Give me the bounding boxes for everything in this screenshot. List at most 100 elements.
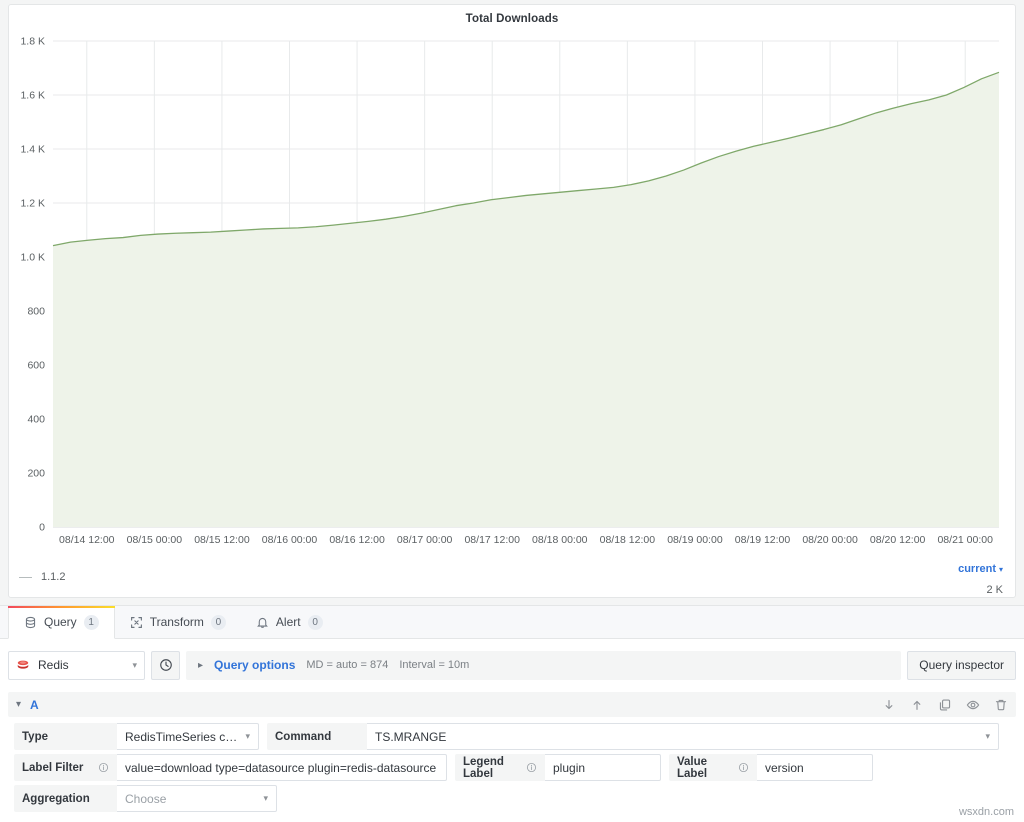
x-axis-tick: 08/19 00:00 [667,534,723,546]
tab-transform-label: Transform [150,615,204,629]
delete-icon[interactable] [994,698,1008,712]
form-row-aggregation: Aggregation Choose ▾ [14,785,1016,812]
app-root: Total Downloads 02004006008001.0 K1.2 K1… [0,0,1024,822]
x-axis-tick: 08/16 00:00 [262,534,318,546]
datasource-name: Redis [38,658,124,672]
x-axis-tick: 08/20 12:00 [870,534,926,546]
tab-query-count: 1 [84,615,99,630]
command-select[interactable]: TS.MRANGE ▾ [367,723,999,750]
label-filter-input[interactable]: value=download type=datasource plugin=re… [117,754,447,781]
legend-stat-header[interactable]: current ▾ [958,563,1003,575]
value-label-label: Value Label [669,754,757,781]
duplicate-icon[interactable] [938,698,952,712]
form-row-filters: Label Filter value=download type=datasou… [14,754,1016,781]
query-inspector-button[interactable]: Query inspector [907,651,1016,680]
move-up-icon[interactable] [910,698,924,712]
type-select[interactable]: RedisTimeSeries commands ▾ [117,723,259,750]
x-axis-tick: 08/15 12:00 [194,534,250,546]
info-icon[interactable] [526,762,537,773]
chevron-down-icon: ▾ [245,731,250,742]
x-axis-tick: 08/14 12:00 [59,534,115,546]
tab-query-label: Query [44,615,77,629]
query-inspector-label: Query inspector [919,658,1004,672]
x-axis-tick: 08/19 12:00 [735,534,791,546]
x-axis-tick: 08/17 12:00 [464,534,520,546]
x-axis-tick: 08/15 00:00 [127,534,183,546]
panel-title: Total Downloads [9,13,1015,25]
form-row-type: Type RedisTimeSeries commands ▾ Command … [14,723,1016,750]
x-axis-tick: 08/21 00:00 [937,534,993,546]
legend-label-label: Legend Label [455,754,545,781]
watermark: wsxdn.com [959,806,1014,818]
aggregation-label-text: Aggregation [22,793,90,805]
legend-stat-label: current [958,563,996,575]
hide-icon[interactable] [966,698,980,712]
plot-area: 02004006008001.0 K1.2 K1.4 K1.6 K1.8 K08… [9,29,1017,559]
tab-transform[interactable]: Transform 0 [115,606,241,638]
aggregation-select[interactable]: Choose ▾ [117,785,277,812]
y-axis-tick: 200 [27,468,45,480]
bell-icon [256,616,269,629]
info-icon[interactable] [738,762,749,773]
legend-color-swatch [19,577,32,578]
database-icon [24,616,37,629]
x-axis-tick: 08/20 00:00 [802,534,858,546]
query-ref-id[interactable]: A [30,698,39,712]
type-label: Type [14,723,117,750]
legend-stat-value: 2 K [958,584,1003,596]
type-value: RedisTimeSeries commands [125,730,241,744]
query-options-bar[interactable]: ▸ Query options MD = auto = 874 Interval… [186,651,901,680]
command-label-text: Command [275,731,331,743]
label-filter-label-text: Label Filter [22,762,83,774]
y-axis-tick: 600 [27,360,45,372]
y-axis-tick: 1.6 K [20,90,45,102]
chevron-down-icon: ▾ [985,731,990,742]
tab-alert[interactable]: Alert 0 [241,606,338,638]
legend-stats: current ▾ 2 K [958,559,1003,596]
type-label-text: Type [22,731,48,743]
tab-alert-label: Alert [276,615,301,629]
query-editor-pane: Query 1 Transform 0 [0,605,1024,822]
query-options-label[interactable]: Query options [214,658,295,672]
query-row-header: ▾ A [8,692,1016,717]
tab-query[interactable]: Query 1 [8,606,115,639]
chevron-down-icon[interactable]: ▾ [16,699,21,710]
value-label-label-text: Value Label [677,756,732,780]
y-axis-tick: 400 [27,414,45,426]
chevron-down-icon: ▾ [263,793,268,804]
editor-tabbar: Query 1 Transform 0 [0,606,1024,639]
y-axis-tick: 800 [27,306,45,318]
label-filter-label: Label Filter [14,754,117,781]
move-down-icon[interactable] [882,698,896,712]
chevron-down-icon: ▾ [132,660,137,671]
x-axis-tick: 08/18 12:00 [600,534,656,546]
y-axis-tick: 1.4 K [20,144,45,156]
redis-logo-icon [16,658,30,672]
y-axis-tick: 1.2 K [20,198,45,210]
series-area-fill [53,72,999,527]
transform-icon [130,616,143,629]
query-history-icon[interactable] [151,651,180,680]
y-axis-tick: 1.8 K [20,36,45,48]
legend-label-label-text: Legend Label [463,756,520,780]
query-row-actions [882,698,1008,712]
command-label: Command [267,723,367,750]
query-form: Type RedisTimeSeries commands ▾ Command … [14,723,1016,822]
legend-label-value: plugin [553,761,585,775]
chevron-right-icon: ▸ [198,660,203,671]
legend: 1.1.2 [19,571,65,583]
y-axis-tick: 0 [39,522,45,534]
chevron-down-icon: ▾ [999,565,1003,574]
tab-alert-count: 0 [308,615,323,630]
aggregation-placeholder: Choose [125,792,166,806]
info-icon[interactable] [98,762,109,773]
value-label-input[interactable]: version [757,754,873,781]
chart-panel: Total Downloads 02004006008001.0 K1.2 K1… [8,4,1016,598]
datasource-picker[interactable]: Redis ▾ [8,651,145,680]
max-data-points-text: MD = auto = 874 [306,659,388,671]
label-filter-value: value=download type=datasource plugin=re… [125,761,436,775]
legend-label-input[interactable]: plugin [545,754,661,781]
legend-series-label: 1.1.2 [41,571,65,583]
downloads-area-chart: 02004006008001.0 K1.2 K1.4 K1.6 K1.8 K08… [9,29,1017,559]
value-label-value: version [765,761,804,775]
